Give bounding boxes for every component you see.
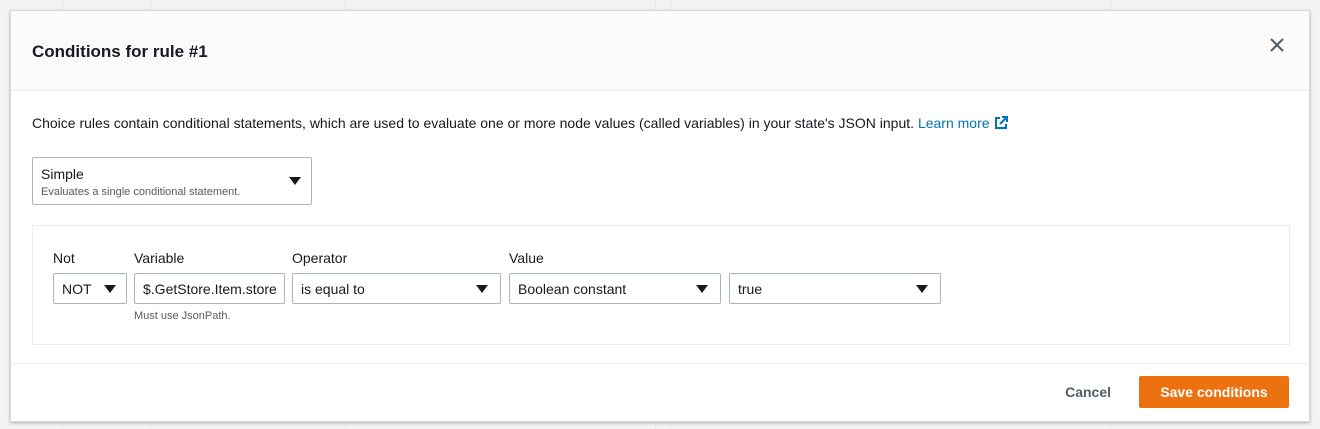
caret-down-icon — [104, 285, 116, 293]
modal-footer: Cancel Save conditions — [11, 363, 1309, 421]
save-conditions-button[interactable]: Save conditions — [1139, 376, 1289, 408]
condition-mode-select[interactable]: Simple Evaluates a single conditional st… — [32, 157, 312, 205]
operator-select-value: is equal to — [301, 281, 365, 297]
value-label: Value — [509, 250, 544, 266]
variable-hint: Must use JsonPath. — [134, 310, 231, 322]
caret-down-icon — [696, 285, 708, 293]
operator-label: Operator — [292, 250, 348, 266]
caret-down-icon — [476, 285, 488, 293]
variable-label: Variable — [134, 250, 185, 266]
not-select[interactable]: NOT — [53, 273, 127, 304]
modal-title: Conditions for rule #1 — [32, 42, 208, 61]
learn-more-label: Learn more — [917, 115, 990, 131]
external-link-icon — [994, 116, 1008, 129]
modal-description: Choice rules contain conditional stateme… — [32, 115, 1008, 131]
conditions-modal: Conditions for rule #1 Choice rules cont… — [10, 10, 1310, 422]
operator-select[interactable]: is equal to — [292, 273, 501, 304]
value-type-select-value: Boolean constant — [518, 281, 627, 297]
value-type-select[interactable]: Boolean constant — [509, 273, 721, 304]
not-label: Not — [53, 250, 75, 266]
modal-header: Conditions for rule #1 — [11, 11, 1309, 91]
mode-select-description: Evaluates a single conditional statement… — [41, 186, 241, 198]
variable-input[interactable]: $.GetStore.Item.store — [134, 273, 285, 304]
close-button[interactable] — [1265, 33, 1289, 57]
mode-select-value: Simple — [41, 166, 84, 182]
not-select-value: NOT — [62, 281, 92, 297]
learn-more-link[interactable]: Learn more — [918, 115, 1008, 131]
caret-down-icon — [916, 285, 928, 293]
close-icon — [1270, 38, 1284, 52]
variable-input-value: $.GetStore.Item.store — [143, 281, 277, 297]
value-select[interactable]: true — [729, 273, 941, 304]
condition-row-container: Not Variable Operator Value NOT $.GetSto… — [32, 225, 1290, 345]
description-text: Choice rules contain conditional stateme… — [32, 115, 918, 131]
value-select-value: true — [738, 281, 763, 297]
cancel-button[interactable]: Cancel — [1065, 384, 1111, 400]
caret-down-icon — [289, 177, 301, 185]
